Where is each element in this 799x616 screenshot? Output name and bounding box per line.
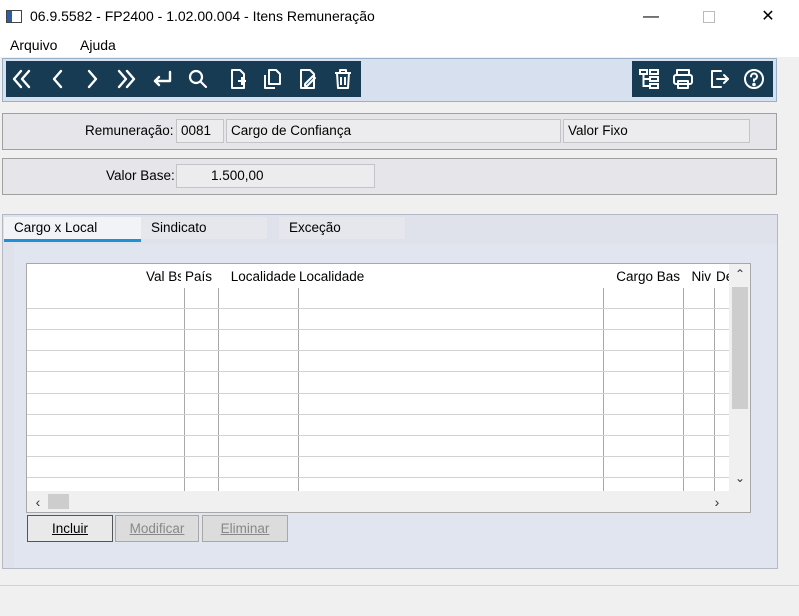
minimize-icon[interactable]: — <box>628 0 674 33</box>
column-header-localidade-code[interactable]: Localidade <box>219 269 296 284</box>
copy-document-icon[interactable] <box>256 61 288 97</box>
active-tab-indicator <box>4 239 141 242</box>
column-header-localidade[interactable]: Localidade <box>299 269 599 284</box>
column-divider <box>683 288 684 491</box>
first-record-icon[interactable] <box>6 61 38 97</box>
eliminar-label: Eliminar <box>220 521 270 536</box>
remuneracao-description-field: Cargo de Confiança <box>226 119 561 143</box>
column-header-val-bs[interactable]: Val Bs <box>146 269 181 284</box>
return-icon[interactable] <box>146 61 178 97</box>
modificar-label: Modificar <box>129 521 185 536</box>
search-icon[interactable] <box>182 61 214 97</box>
title-bar: 06.9.5582 - FP2400 - 1.02.00.004 - Itens… <box>0 0 799 33</box>
horizontal-scrollbar[interactable]: ‹ › <box>27 491 750 512</box>
column-divider <box>298 288 299 491</box>
empty-grid-row <box>27 371 729 372</box>
empty-grid-row <box>27 435 729 436</box>
column-divider <box>218 288 219 491</box>
empty-grid-row <box>27 393 729 394</box>
tab-cargo-local[interactable]: Cargo x Local <box>4 217 141 239</box>
window-title: 06.9.5582 - FP2400 - 1.02.00.004 - Itens… <box>30 8 375 24</box>
tab-excecao[interactable]: Exceção <box>279 217 405 239</box>
modificar-button[interactable]: Modificar <box>115 515 199 542</box>
last-record-icon[interactable] <box>110 61 142 97</box>
empty-grid-row <box>27 350 729 351</box>
column-divider <box>714 288 715 491</box>
exit-icon[interactable] <box>703 61 735 97</box>
new-document-icon[interactable] <box>222 61 254 97</box>
column-header-niv[interactable]: Niv <box>685 269 712 284</box>
column-header-cargo-bas[interactable]: Cargo Bas <box>605 269 680 284</box>
vertical-scrollbar[interactable]: ⌃ ⌄ <box>729 264 750 491</box>
menu-bar: Arquivo Ajuda <box>0 33 799 57</box>
vertical-scroll-thumb[interactable] <box>732 287 748 409</box>
status-bar <box>0 585 799 616</box>
empty-grid-row <box>27 456 729 457</box>
remuneracao-label: Remuneração: <box>85 123 174 138</box>
app-icon <box>6 10 22 23</box>
empty-grid-row <box>27 329 729 330</box>
remuneracao-type-field: Valor Fixo <box>563 119 750 143</box>
column-header-pais[interactable]: País <box>185 269 215 284</box>
menu-ajuda[interactable]: Ajuda <box>80 37 116 53</box>
close-icon[interactable]: ✕ <box>745 0 791 33</box>
valor-base-label: Valor Base: <box>106 168 175 183</box>
empty-grid-row <box>27 477 729 478</box>
scroll-left-icon[interactable]: ‹ <box>30 494 46 510</box>
incluir-label: Incluir <box>51 521 88 536</box>
print-icon[interactable] <box>667 61 699 97</box>
delete-icon[interactable] <box>327 61 359 97</box>
maximize-icon[interactable] <box>686 0 732 33</box>
scroll-down-icon[interactable]: ⌄ <box>732 471 748 485</box>
incluir-button[interactable]: Incluir <box>27 515 113 542</box>
scroll-right-icon[interactable]: › <box>709 494 725 510</box>
help-icon[interactable] <box>738 61 770 97</box>
tree-structure-icon[interactable] <box>633 61 665 97</box>
previous-record-icon[interactable] <box>42 61 74 97</box>
empty-grid-row <box>27 414 729 415</box>
data-grid[interactable]: Val Bs País Localidade Localidade Cargo … <box>26 263 751 513</box>
eliminar-button[interactable]: Eliminar <box>202 515 288 542</box>
empty-grid-row <box>27 308 729 309</box>
column-header-de[interactable]: De <box>716 269 729 284</box>
scroll-up-icon[interactable]: ⌃ <box>732 267 748 281</box>
remuneracao-code-field: 0081 <box>176 119 224 143</box>
column-divider <box>603 288 604 491</box>
edit-document-icon[interactable] <box>292 61 324 97</box>
column-divider <box>184 288 185 491</box>
tab-sindicato[interactable]: Sindicato <box>141 217 267 239</box>
next-record-icon[interactable] <box>76 61 108 97</box>
menu-arquivo[interactable]: Arquivo <box>10 37 57 53</box>
horizontal-scroll-thumb[interactable] <box>48 494 69 509</box>
valor-base-field[interactable]: 1.500,00 <box>176 164 375 188</box>
